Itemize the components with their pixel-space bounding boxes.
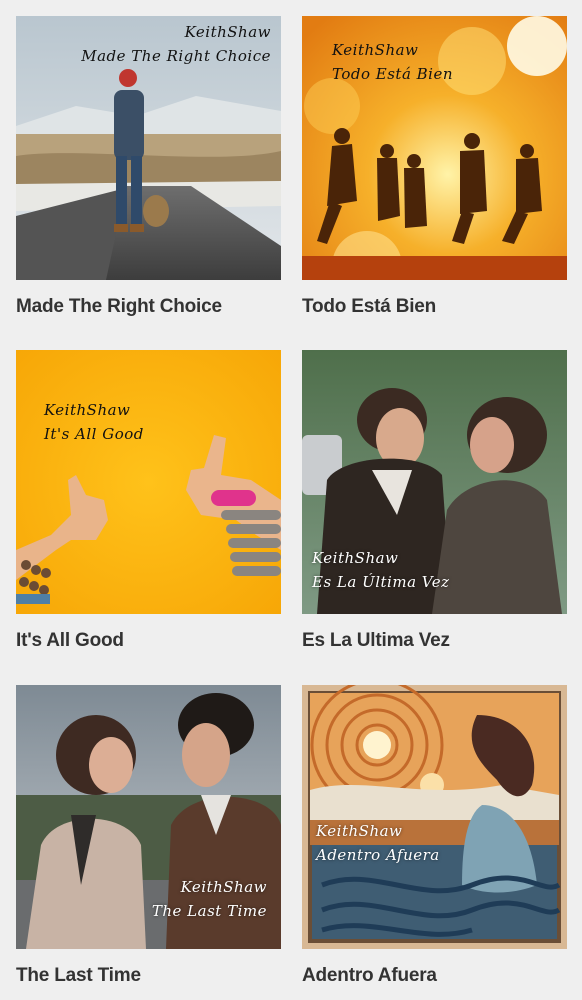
cover-song-title: Adentro Afuera [316,846,440,864]
cover-artist: KeithShaw [312,549,399,567]
album-grid: KeithShaw Made The Right Choice Made The… [0,0,582,1000]
album-title[interactable]: It's All Good [16,630,281,652]
cover-artist: KeithShaw [316,822,403,840]
cover-text: KeithShaw Es La Última Vez [312,546,450,594]
cover-song-title: Todo Está Bien [332,65,454,83]
cover-art-stained-glass [302,685,567,949]
album-card-adentro-afuera[interactable]: KeithShaw Adentro Afuera Adentro Afuera [302,685,567,987]
album-card-todo-esta-bien[interactable]: KeithShaw Todo Está Bien Todo Está Bien [302,16,567,318]
album-cover-image[interactable]: KeithShaw The Last Time [16,685,281,949]
album-cover-image[interactable]: KeithShaw Es La Última Vez [302,350,567,614]
album-title[interactable]: Made The Right Choice [16,296,281,318]
cover-text: KeithShaw Todo Está Bien [332,38,453,86]
cover-song-title: Es La Última Vez [312,573,450,591]
album-card-made-the-right-choice[interactable]: KeithShaw Made The Right Choice Made The… [16,16,281,318]
album-cover-image[interactable]: KeithShaw Adentro Afuera [302,685,567,949]
cover-text: KeithShaw It's All Good [44,398,144,446]
cover-artist: KeithShaw [332,41,419,59]
album-title[interactable]: Es La Ultima Vez [302,630,567,652]
cover-song-title: The Last Time [151,902,267,920]
album-cover-image[interactable]: KeithShaw Todo Está Bien [302,16,567,280]
cover-artist: KeithShaw [180,878,267,896]
album-cover-image[interactable]: KeithShaw It's All Good [16,350,281,614]
cover-artist: KeithShaw [184,23,271,41]
cover-song-title: Made The Right Choice [81,47,271,65]
cover-text: KeithShaw The Last Time [126,875,267,923]
cover-song-title: It's All Good [44,425,144,443]
album-card-es-la-ultima-vez[interactable]: KeithShaw Es La Última Vez Es La Ultima … [302,350,567,652]
cover-art-thumbs-up [16,350,281,614]
cover-text: KeithShaw Made The Right Choice [46,20,271,68]
album-card-its-all-good[interactable]: KeithShaw It's All Good It's All Good [16,350,281,652]
album-title[interactable]: The Last Time [16,965,281,987]
album-title[interactable]: Adentro Afuera [302,965,567,987]
cover-text: KeithShaw Adentro Afuera [316,819,440,867]
album-cover-image[interactable]: KeithShaw Made The Right Choice [16,16,281,280]
album-title[interactable]: Todo Está Bien [302,296,567,318]
album-card-the-last-time[interactable]: KeithShaw The Last Time The Last Time [16,685,281,987]
cover-artist: KeithShaw [44,401,131,419]
